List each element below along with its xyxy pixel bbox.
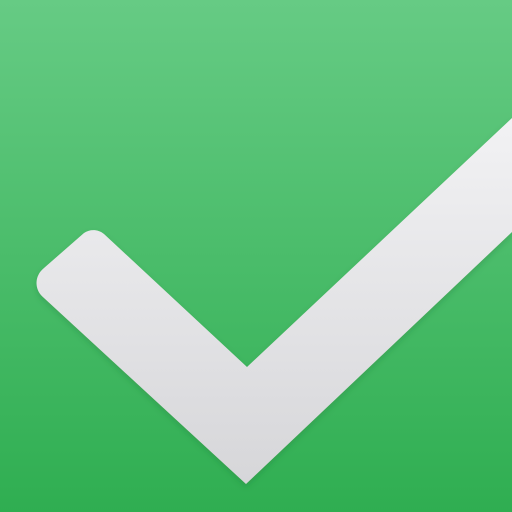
checkmark-icon <box>0 0 512 512</box>
app-icon <box>0 0 512 512</box>
